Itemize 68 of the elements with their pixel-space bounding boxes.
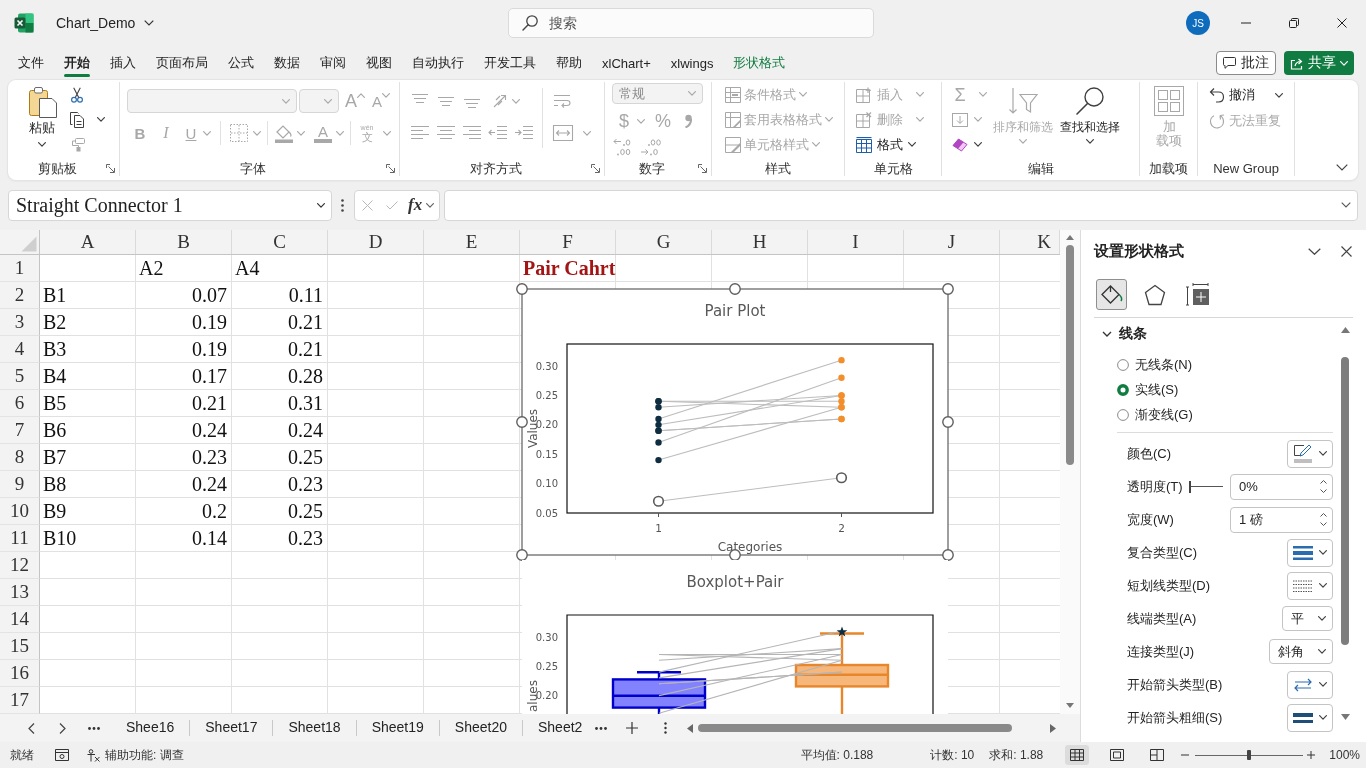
tick-label: 0.30 <box>535 360 558 372</box>
table-cell-text: 0.23 <box>191 444 228 470</box>
group-label: 对齐方式 <box>469 160 522 177</box>
table-cell-text: 0.24 <box>191 471 228 497</box>
tick-label: 0.25 <box>535 389 558 401</box>
property-label: 连接类型(J) <box>1127 642 1195 661</box>
table-cell-text: 0.21 <box>287 309 324 335</box>
table-cell-text: 0.23 <box>287 525 324 551</box>
table-cell-text: B1 <box>42 282 68 308</box>
table-cell-text: B5 <box>42 390 68 416</box>
tick-label: 0.30 <box>535 631 558 643</box>
table-cell-text: B9 <box>42 498 68 524</box>
pane-title: 设置形状格式 <box>1094 241 1184 261</box>
chart-title: Boxplot+Pair <box>686 573 784 591</box>
status-count: 计数: 10 <box>930 746 975 764</box>
table-cell-text: B7 <box>42 444 68 470</box>
table-cell-text: 0.25 <box>287 498 324 524</box>
table-cell-text: 0.2 <box>201 498 228 524</box>
property-label: 开始箭头类型(B) <box>1127 675 1223 694</box>
group-label: 加载项 <box>1149 160 1188 177</box>
table-cell-text: B8 <box>42 471 68 497</box>
table-cell-text: B3 <box>42 336 68 362</box>
group-label: 剪贴板 <box>37 160 77 177</box>
table-cell-text: 0.24 <box>287 417 324 443</box>
status-text: 就绪 <box>10 746 34 764</box>
table-cell-text: 0.25 <box>287 444 324 470</box>
tick-label: 1 <box>655 522 662 534</box>
table-cell-text: 0.31 <box>287 390 324 416</box>
axis-label: Categories <box>717 540 783 554</box>
tick-label: 0.25 <box>535 660 558 672</box>
group-label: 字体 <box>240 160 266 177</box>
group-label: New Group <box>1213 160 1279 177</box>
table-cell-text: B10 <box>42 525 78 551</box>
table-cell-text: A2 <box>138 255 165 281</box>
table-cell-text: A4 <box>234 255 261 281</box>
table-cell-text: B6 <box>42 417 68 443</box>
table-cell-text: 0.28 <box>287 363 324 389</box>
table-cell-text: B4 <box>42 363 68 389</box>
group-label: 样式 <box>765 160 791 177</box>
tick-label: 2 <box>838 522 845 534</box>
table-cell-text: 0.24 <box>191 417 228 443</box>
table-cell-text: 0.11 <box>287 282 324 308</box>
group-label: 数字 <box>638 160 665 177</box>
property-label: 短划线类型(D) <box>1127 576 1211 595</box>
property-label: 开始箭头粗细(S) <box>1127 708 1223 727</box>
group-label: 单元格 <box>873 160 913 177</box>
property-label: 透明度(T) <box>1127 477 1183 496</box>
status-average: 平均值: 0.188 <box>800 746 874 764</box>
sheet-heading: Pair Cahrt <box>523 256 616 280</box>
table-cell-text: 0.19 <box>191 336 228 362</box>
table-cell-text: 0.17 <box>191 363 228 389</box>
tick-label: 0.10 <box>535 478 558 490</box>
table-cell-text: 0.23 <box>287 471 324 497</box>
table-cell-text: B2 <box>42 309 68 335</box>
table-cell-text: 0.07 <box>191 282 228 308</box>
chart-title: Pair Plot <box>704 302 766 320</box>
tick-label: 0.15 <box>535 448 558 460</box>
status-sum: 求和: 1.88 <box>989 746 1044 764</box>
tick-label: 0.05 <box>535 507 558 519</box>
property-label: 宽度(W) <box>1127 510 1174 529</box>
table-cell-text: 0.21 <box>287 336 324 362</box>
property-label: 线端类型(A) <box>1127 609 1197 628</box>
table-cell-text: 0.21 <box>191 390 228 416</box>
table-cell-text: 0.19 <box>191 309 228 335</box>
property-label: 颜色(C) <box>1127 444 1172 463</box>
property-label: 复合类型(C) <box>1127 543 1198 562</box>
group-label: 编辑 <box>1027 160 1054 177</box>
table-cell-text: 0.14 <box>191 525 228 551</box>
